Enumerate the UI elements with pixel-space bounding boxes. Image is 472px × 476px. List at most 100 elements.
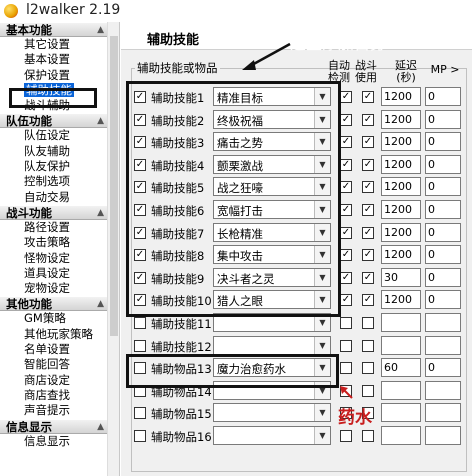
battle-use-checkbox[interactable]: ✓ (362, 91, 374, 103)
enable-checkbox[interactable] (134, 339, 146, 352)
battle-use-checkbox[interactable]: ✓ (362, 204, 374, 216)
sidebar-item[interactable]: 控制选项 (0, 174, 108, 189)
delay-input[interactable]: 1200 (381, 109, 421, 129)
auto-check-checkbox[interactable] (340, 430, 352, 442)
delay-input[interactable]: 1200 (381, 132, 421, 152)
sidebar-item[interactable]: 队友辅助 (0, 144, 108, 159)
sidebar-item[interactable]: GM策略 (0, 311, 108, 326)
sidebar-item[interactable]: 声音提示 (0, 403, 108, 418)
auto-check-checkbox[interactable] (340, 362, 352, 375)
sidebar-category[interactable]: 其他功能 ▲ (0, 296, 108, 312)
sidebar-item[interactable]: 攻击策略 (0, 235, 108, 250)
mp-input[interactable]: 0 (425, 290, 461, 310)
mp-input[interactable]: 0 (425, 267, 461, 287)
battle-use-checkbox[interactable] (362, 339, 374, 352)
sidebar-item[interactable]: 怪物设定 (0, 251, 108, 266)
delay-input[interactable]: 30 (381, 267, 421, 287)
battle-use-checkbox[interactable]: ✓ (362, 294, 374, 307)
chevron-up-icon: ▲ (97, 299, 104, 310)
mp-input[interactable]: 0 (425, 358, 461, 378)
sidebar-item[interactable]: 智能回答 (0, 357, 108, 372)
delay-input[interactable]: 1200 (381, 222, 421, 242)
auto-check-checkbox[interactable] (340, 339, 352, 352)
battle-use-checkbox[interactable]: ✓ (362, 113, 374, 126)
battle-use-checkbox[interactable] (362, 384, 374, 397)
auto-check-checkbox[interactable]: ✓ (340, 158, 352, 171)
delay-input[interactable] (381, 335, 421, 355)
delay-input[interactable]: 1200 (381, 200, 421, 219)
sidebar-item[interactable]: 商店设定 (0, 373, 108, 388)
sidebar-category[interactable]: 信息显示 ▲ (0, 418, 108, 434)
auto-check-checkbox[interactable]: ✓ (340, 226, 352, 239)
sidebar-item[interactable]: 路径设置 (0, 220, 108, 235)
sidebar-item[interactable]: 宠物设定 (0, 281, 108, 296)
delay-input[interactable]: 1200 (381, 154, 421, 174)
delay-input[interactable]: 60 (381, 358, 421, 378)
delay-input[interactable] (381, 313, 421, 332)
auto-check-checkbox[interactable]: ✓ (340, 181, 352, 194)
auto-check-checkbox[interactable]: ✓ (340, 249, 352, 262)
mp-input[interactable]: 0 (425, 154, 461, 174)
battle-use-checkbox[interactable]: ✓ (362, 136, 374, 149)
battle-use-checkbox[interactable]: ✓ (362, 271, 374, 284)
auto-check-checkbox[interactable]: ✓ (340, 204, 352, 216)
mp-input[interactable] (425, 335, 461, 355)
battle-use-checkbox[interactable]: ✓ (362, 181, 374, 194)
delay-input[interactable] (381, 426, 421, 445)
battle-use-checkbox[interactable]: ✓ (362, 249, 374, 262)
mp-input[interactable] (425, 426, 461, 445)
mp-input[interactable]: 0 (425, 177, 461, 197)
sidebar-item[interactable]: 队伍设定 (0, 128, 108, 143)
sidebar-item[interactable]: 自动交易 (0, 190, 108, 205)
delay-input[interactable]: 1200 (381, 245, 421, 265)
delay-input[interactable]: 1200 (381, 290, 421, 310)
battle-use-checkbox[interactable] (362, 430, 374, 442)
sidebar-item[interactable]: 其他玩家策略 (0, 327, 108, 342)
chevron-down-icon[interactable]: ▼ (314, 336, 330, 354)
sidebar-item[interactable]: 道具设定 (0, 266, 108, 281)
auto-check-checkbox[interactable]: ✓ (340, 91, 352, 103)
mp-input[interactable]: 0 (425, 87, 461, 106)
mp-input[interactable]: 0 (425, 245, 461, 265)
sidebar-item[interactable]: 队友保护 (0, 159, 108, 174)
delay-input[interactable] (381, 380, 421, 400)
enable-checkbox[interactable] (134, 430, 146, 442)
delay-input[interactable]: 1200 (381, 177, 421, 197)
battle-use-checkbox[interactable] (362, 317, 374, 329)
enable-checkbox[interactable] (134, 407, 146, 420)
auto-check-checkbox[interactable]: ✓ (340, 271, 352, 284)
skill-select[interactable]: ▼ (213, 403, 331, 423)
sidebar-item[interactable]: 名单设置 (0, 342, 108, 357)
mp-input[interactable]: 0 (425, 200, 461, 219)
skill-select[interactable]: ▼ (213, 335, 331, 355)
mp-input[interactable]: 0 (425, 109, 461, 129)
skill-select[interactable]: ▼ (213, 426, 331, 445)
mp-input[interactable]: 0 (425, 132, 461, 152)
sidebar-category[interactable]: 基本功能 ▲ (0, 22, 108, 37)
sidebar-item[interactable]: 其它设置 (0, 37, 108, 52)
auto-check-checkbox[interactable]: ✓ (340, 294, 352, 307)
chevron-down-icon[interactable]: ▼ (314, 427, 330, 444)
auto-check-checkbox[interactable]: ✓ (340, 136, 352, 149)
sidebar-item[interactable]: 商店查找 (0, 388, 108, 403)
sidebar-category[interactable]: 队伍功能 ▲ (0, 113, 108, 129)
mp-input[interactable] (425, 313, 461, 332)
chevron-down-icon[interactable]: ▼ (314, 404, 330, 422)
battle-use-checkbox[interactable] (362, 362, 374, 375)
delay-input[interactable]: 1200 (381, 87, 421, 106)
mp-input[interactable] (425, 403, 461, 423)
auto-check-checkbox[interactable]: ✓ (340, 113, 352, 126)
mp-input[interactable] (425, 380, 461, 400)
sidebar-item[interactable]: 保护设置 (0, 68, 108, 83)
battle-use-checkbox[interactable]: ✓ (362, 158, 374, 171)
auto-check-checkbox[interactable] (340, 317, 352, 329)
delay-input[interactable] (381, 403, 421, 423)
battle-use-checkbox[interactable]: ✓ (362, 226, 374, 239)
sidebar-item[interactable]: 信息显示 (0, 434, 108, 449)
mp-input[interactable]: 0 (425, 222, 461, 242)
sidebar-scrollbar[interactable] (107, 22, 119, 476)
sidebar-category[interactable]: 战斗功能 ▲ (0, 204, 108, 220)
enable-checkbox[interactable] (134, 317, 146, 329)
sidebar-item[interactable]: 基本设置 (0, 52, 108, 67)
sidebar-scroll-thumb[interactable] (110, 36, 118, 336)
